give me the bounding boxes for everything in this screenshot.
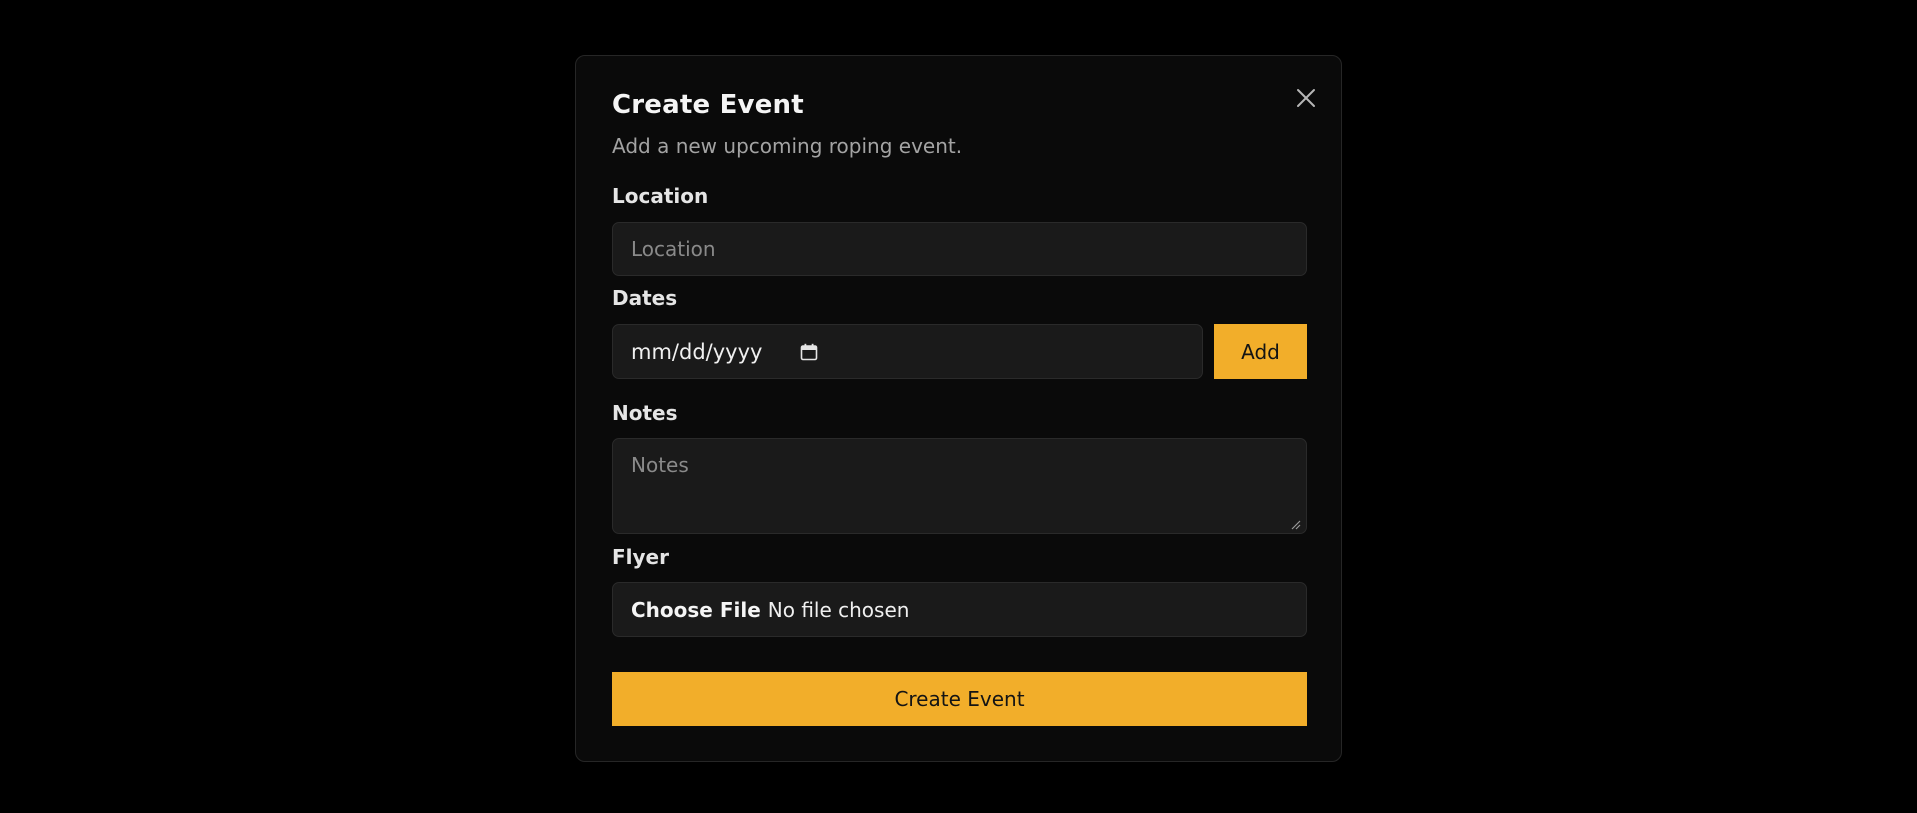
resize-handle-icon[interactable] xyxy=(1289,518,1301,530)
dialog-subtitle: Add a new upcoming roping event. xyxy=(612,134,963,158)
date-input-value: mm/dd/yyyy xyxy=(631,339,763,364)
location-input[interactable] xyxy=(612,222,1307,276)
dates-label: Dates xyxy=(612,286,678,310)
choose-file-button[interactable]: Choose File xyxy=(631,598,761,622)
notes-label: Notes xyxy=(612,401,678,425)
create-event-button[interactable]: Create Event xyxy=(612,672,1307,726)
close-icon xyxy=(1297,89,1315,107)
date-input[interactable]: mm/dd/yyyy xyxy=(612,324,1203,379)
file-status-text: No file chosen xyxy=(767,597,910,622)
dialog-title: Create Event xyxy=(612,90,804,120)
notes-textarea[interactable] xyxy=(612,438,1307,534)
flyer-label: Flyer xyxy=(612,545,669,569)
location-label: Location xyxy=(612,184,709,208)
calendar-icon[interactable] xyxy=(800,343,818,361)
create-event-dialog: Create Event Add a new upcoming roping e… xyxy=(575,55,1342,762)
close-button[interactable] xyxy=(1291,83,1321,113)
flyer-file-input[interactable]: Choose File No file chosen xyxy=(612,582,1307,637)
add-date-button[interactable]: Add xyxy=(1214,324,1307,379)
